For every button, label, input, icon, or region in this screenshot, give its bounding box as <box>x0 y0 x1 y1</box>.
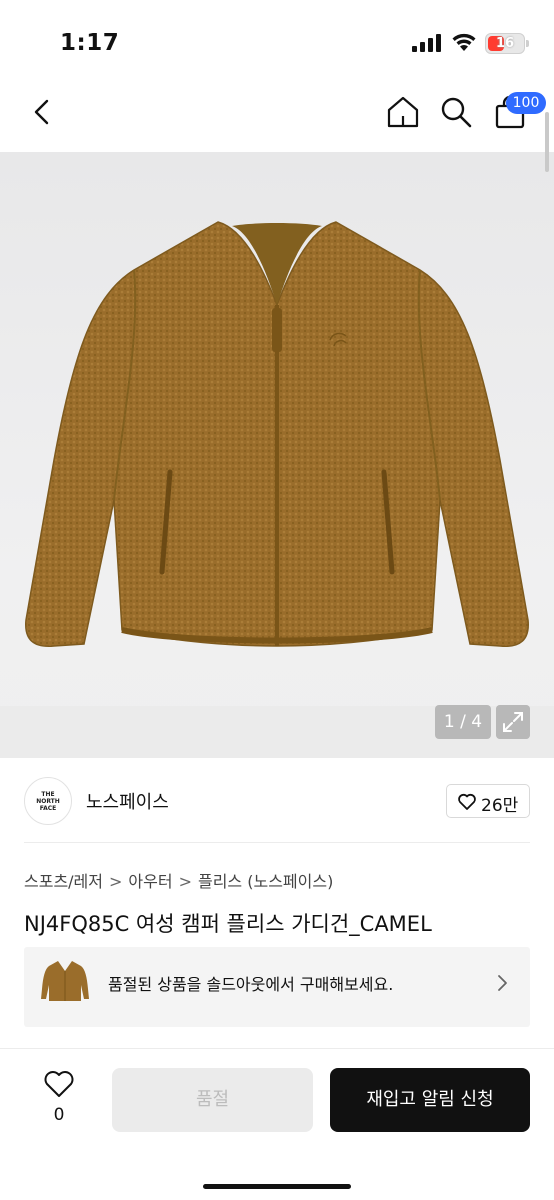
restock-alert-button[interactable]: 재입고 알림 신청 <box>330 1068 530 1132</box>
scrollbar-thumb[interactable] <box>545 112 549 172</box>
home-indicator <box>203 1184 351 1189</box>
banner-product-thumbnail <box>41 961 89 1001</box>
chevron-right-icon: > <box>109 872 123 891</box>
brand-like-button[interactable]: 26만 <box>446 784 530 818</box>
brand-name-link[interactable]: 노스페이스 <box>86 788 169 814</box>
breadcrumb: 스포츠/레저 > 아우터 > 플리스 (노스페이스) <box>24 868 333 892</box>
brand-like-count: 26만 <box>481 796 519 816</box>
back-button[interactable] <box>26 96 58 128</box>
wishlist-heart-icon[interactable] <box>43 1069 75 1099</box>
chevron-right-icon <box>498 975 507 991</box>
banner-text: 품절된 상품을 솔드아웃에서 구매해보세요. <box>108 975 394 994</box>
product-title: NJ4FQ85C 여성 캠퍼 플리스 가디건_CAMEL <box>24 912 432 936</box>
cart-count-badge: 100 <box>506 92 546 114</box>
divider <box>24 842 530 843</box>
home-button[interactable] <box>385 94 421 130</box>
status-bar: 1:17 16 <box>0 0 554 80</box>
battery-icon: 16 <box>485 33 525 54</box>
bottom-action-bar: 0 품절 재입고 알림 신청 <box>0 1048 554 1200</box>
heart-icon <box>458 793 476 810</box>
breadcrumb-item[interactable]: 스포츠/레저 <box>24 872 103 891</box>
battery-percent: 16 <box>495 36 515 51</box>
wifi-icon <box>452 33 476 51</box>
search-button[interactable] <box>438 94 474 130</box>
signal-icon <box>412 34 441 52</box>
breadcrumb-item[interactable]: 아우터 <box>128 872 172 891</box>
gallery-page-indicator: 1 / 4 <box>435 705 491 739</box>
chevron-right-icon: > <box>178 872 192 891</box>
battery-nub <box>526 40 529 47</box>
soldout-button[interactable]: 품절 <box>112 1068 313 1132</box>
soldout-promo-banner[interactable]: 품절된 상품을 솔드아웃에서 구매해보세요. <box>24 947 530 1027</box>
brand-logo[interactable]: THE NORTH FACE <box>24 777 72 825</box>
breadcrumb-item[interactable]: 플리스 (노스페이스) <box>198 872 333 891</box>
product-image-jacket <box>25 221 529 648</box>
expand-image-button[interactable] <box>496 705 530 739</box>
nav-bar: 100 <box>0 80 554 152</box>
wishlist-count: 0 <box>53 1105 65 1125</box>
status-time: 1:17 <box>60 30 120 56</box>
